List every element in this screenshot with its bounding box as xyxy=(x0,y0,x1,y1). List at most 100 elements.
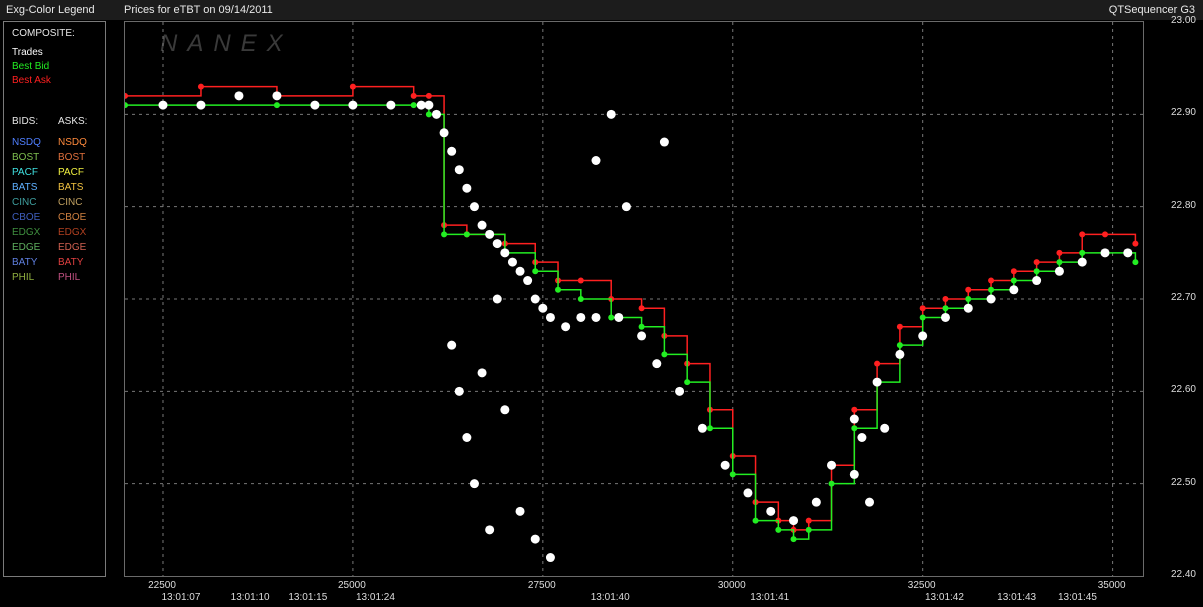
x-tick-label: 35000 xyxy=(1097,580,1126,591)
trade-point xyxy=(1077,257,1087,267)
trade-point xyxy=(454,165,464,175)
legend-bid-baty: BATY xyxy=(12,257,38,268)
series-point-best-bid xyxy=(463,231,470,238)
series-line-best-ask xyxy=(125,85,1137,531)
trade-point xyxy=(675,386,685,396)
trade-point xyxy=(637,331,647,341)
series-point-best-bid xyxy=(919,314,926,321)
trade-point xyxy=(386,100,396,110)
trade-point xyxy=(918,331,928,341)
trade-point xyxy=(462,433,472,442)
trade-point xyxy=(530,534,540,544)
series-point-best-bid xyxy=(1056,259,1063,266)
y-tick-label: 23.00 xyxy=(1170,15,1196,26)
y-tick-label: 22.90 xyxy=(1170,107,1196,119)
series-line-best-bid xyxy=(125,104,1137,540)
trade-point xyxy=(880,423,890,433)
legend-ask-pacf: PACF xyxy=(58,167,84,178)
chart-title: Prices for eTBT on 09/14/2011 xyxy=(124,4,273,16)
trade-point xyxy=(424,100,434,110)
y-tick-label: 22.70 xyxy=(1170,292,1196,303)
legend-trades: Trades xyxy=(12,47,43,58)
trade-point xyxy=(447,340,457,350)
price-chart: NANEX xyxy=(125,22,1143,576)
trade-point xyxy=(545,553,555,563)
trade-point xyxy=(469,479,479,489)
asks-label: ASKS: xyxy=(58,116,88,127)
x-tick-label: 27500 xyxy=(527,580,556,591)
trade-point xyxy=(530,294,540,304)
series-point-best-ask xyxy=(942,296,949,302)
series-point-best-ask xyxy=(349,83,356,90)
trade-point xyxy=(561,322,571,332)
trade-point xyxy=(849,469,859,479)
series-point-best-bid xyxy=(532,268,539,275)
series-point-best-bid xyxy=(828,480,835,487)
trade-point xyxy=(895,349,905,359)
trade-point xyxy=(652,359,662,369)
trade-point xyxy=(857,433,867,442)
series-point-best-bid xyxy=(661,351,668,358)
series-point-best-ask xyxy=(1132,240,1139,247)
time-tick-label: 13:01:45 xyxy=(1057,592,1097,603)
time-tick-label: 13:01:40 xyxy=(590,592,630,603)
composite-label: COMPOSITE: xyxy=(12,28,75,39)
trade-point xyxy=(606,109,616,119)
legend-ask-cinc: CINC xyxy=(58,197,83,208)
series-point-best-bid xyxy=(684,379,691,386)
series-point-best-bid xyxy=(805,526,812,533)
legend-bid-pacf: PACF xyxy=(12,167,38,178)
series-point-best-bid xyxy=(706,425,713,432)
trade-point xyxy=(310,100,320,110)
trade-point xyxy=(454,386,464,396)
y-tick-label: 22.50 xyxy=(1170,476,1196,488)
series-point-best-bid xyxy=(1033,268,1040,275)
y-tick-label: 22.80 xyxy=(1170,199,1196,211)
legend-bid-bost: BOST xyxy=(12,152,40,163)
trade-point xyxy=(515,506,525,516)
series-point-best-ask xyxy=(410,92,417,99)
legend-bid-phil: PHIL xyxy=(12,272,35,283)
time-tick-label: 13:01:24 xyxy=(355,592,395,603)
series-point-best-bid xyxy=(965,296,972,302)
y-tick-label: 22.40 xyxy=(1170,569,1196,580)
trade-point xyxy=(865,497,875,507)
series-point-best-bid xyxy=(608,314,615,321)
trade-point xyxy=(766,506,776,516)
series-point-best-ask xyxy=(1033,259,1040,266)
series-point-best-ask xyxy=(1079,231,1086,238)
legend-ask-edge: EDGE xyxy=(58,242,87,253)
legend-bid-nsdq: NSDQ xyxy=(12,137,41,148)
legend-ask-edgx: EDGX xyxy=(58,227,87,238)
series-point-best-ask xyxy=(638,305,645,312)
series-point-best-ask xyxy=(965,286,972,293)
series-point-best-ask xyxy=(1056,249,1063,256)
series-point-best-bid xyxy=(942,305,949,312)
series-point-best-bid xyxy=(1079,249,1086,256)
series-point-best-bid xyxy=(988,286,995,293)
series-point-best-bid xyxy=(273,102,280,109)
series-point-best-ask xyxy=(1102,231,1109,238)
trade-point xyxy=(234,91,244,101)
series-point-best-ask xyxy=(988,277,995,284)
exchange-color-legend: COMPOSITE: Trades Best Bid Best Ask BIDS… xyxy=(3,21,106,577)
trade-point xyxy=(507,257,517,267)
trade-point xyxy=(447,146,457,156)
series-point-best-ask xyxy=(1010,268,1017,275)
trade-point xyxy=(158,100,168,110)
trade-point xyxy=(827,460,837,470)
series-point-best-ask xyxy=(577,277,584,284)
trade-point xyxy=(538,303,548,313)
trade-point xyxy=(1123,248,1133,258)
trade-point xyxy=(485,229,495,239)
series-point-best-bid xyxy=(851,425,858,432)
legend-bid-edge: EDGE xyxy=(12,242,41,253)
legend-ask-cboe: CBOE xyxy=(58,212,87,223)
legend-title: Exg-Color Legend xyxy=(6,4,95,16)
trade-point xyxy=(720,460,730,470)
trade-point xyxy=(986,294,996,304)
trade-point xyxy=(1032,276,1042,286)
series-point-best-bid xyxy=(410,102,417,109)
trade-point xyxy=(348,100,358,110)
series-point-best-ask xyxy=(874,360,881,367)
